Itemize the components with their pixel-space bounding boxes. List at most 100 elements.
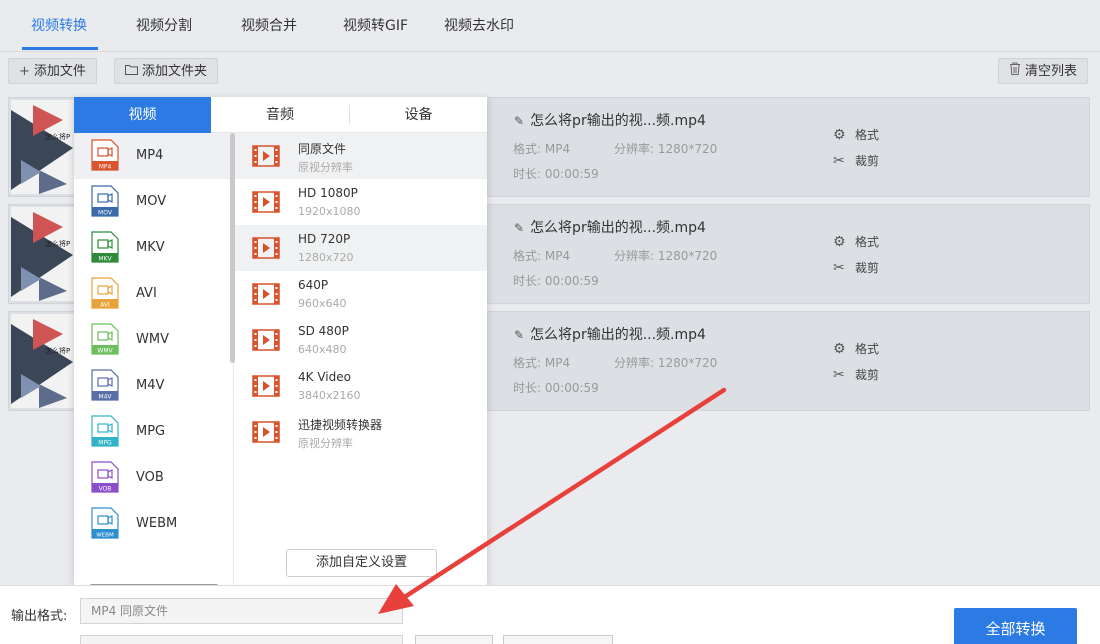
crop-button[interactable]: ✂ 裁剪 [833, 366, 879, 383]
add-custom-setting-button[interactable]: 添加自定义设置 [286, 549, 437, 577]
panel-tab-audio[interactable]: 音频 [211, 97, 349, 133]
format-item-mpg[interactable]: MPG MPG [74, 409, 230, 455]
add-file-label: 添加文件 [33, 64, 86, 79]
quality-name: 迅捷视频转换器 [298, 418, 383, 432]
format-label: MOV [136, 194, 167, 209]
scissors-icon: ✂ [833, 367, 845, 383]
format-list: MP4 MP4 MOV MOV MKV MKV AVI AVI WMV WMV … [74, 133, 234, 612]
format-item-m4v[interactable]: M4V M4V [74, 363, 230, 409]
format-label: WEBM [136, 516, 178, 531]
quality-resolution: 640x480 [298, 343, 347, 356]
clear-list-button[interactable]: 清空列表 [998, 58, 1089, 85]
output-format-select[interactable]: MP4 同原文件 [80, 598, 403, 624]
quality-item[interactable]: 迅捷视频转换器 原视分辨率 [235, 409, 487, 455]
format-item-mov[interactable]: MOV MOV [74, 179, 230, 225]
format-item-webm[interactable]: WEBM WEBM [74, 501, 230, 539]
format-settings-button[interactable]: ⚙ 格式 [833, 126, 879, 143]
wmv-file-icon: WMV [91, 323, 119, 355]
change-path-button[interactable] [415, 635, 493, 644]
clear-list-label: 清空列表 [1025, 64, 1078, 79]
quality-item[interactable]: HD 1080P 1920x1080 [235, 179, 487, 225]
top-tab-bar: 视频转换 视频分割 视频合并 视频转GIF 视频去水印 [0, 0, 1100, 52]
film-icon [252, 191, 280, 213]
gear-icon: ⚙ [833, 234, 846, 250]
quality-item[interactable]: 640P 960x640 [235, 271, 487, 317]
format-item-vob[interactable]: VOB VOB [74, 455, 230, 501]
edit-pencil-icon[interactable]: ✎ [514, 328, 524, 342]
format-label: WMV [136, 332, 169, 347]
quality-list: 同原文件 原视分辨率 HD 1080P 1920x1080 HD 720P 12… [235, 133, 487, 586]
file-name[interactable]: ✎ 怎么将pr输出的视...频.mp4 [514, 110, 706, 130]
format-item-mp4[interactable]: MP4 MP4 [74, 133, 230, 179]
quality-resolution: 1280x720 [298, 251, 354, 264]
file-name[interactable]: ✎ 怎么将pr输出的视...频.mp4 [514, 217, 706, 237]
m4v-file-icon: M4V [91, 369, 119, 401]
quality-resolution: 960x640 [298, 297, 347, 310]
svg-text:MPG: MPG [98, 440, 112, 447]
film-icon [252, 283, 280, 305]
svg-text:MOV: MOV [98, 210, 113, 217]
svg-text:WEBM: WEBM [96, 533, 114, 539]
webm-file-icon: WEBM [91, 507, 119, 539]
output-path-field[interactable] [80, 635, 403, 644]
add-folder-label: 添加文件夹 [142, 64, 208, 79]
quality-item[interactable]: SD 480P 640x480 [235, 317, 487, 363]
film-icon [252, 375, 280, 397]
video-thumbnail: 怎么将P [11, 100, 79, 194]
scissors-icon: ✂ [833, 260, 845, 276]
film-icon [252, 329, 280, 351]
trash-icon [1009, 59, 1021, 85]
format-item-wmv[interactable]: WMV WMV [74, 317, 230, 363]
folder-icon [125, 59, 138, 85]
quality-item[interactable]: 4K Video 3840x2160 [235, 363, 487, 409]
svg-text:MKV: MKV [98, 256, 112, 263]
format-meta: 格式: MP4 [513, 142, 571, 156]
add-folder-button[interactable]: 添加文件夹 [114, 58, 219, 85]
format-item-mkv[interactable]: MKV MKV [74, 225, 230, 271]
format-settings-button[interactable]: ⚙ 格式 [833, 340, 879, 357]
edit-pencil-icon[interactable]: ✎ [514, 114, 524, 128]
panel-tab-video[interactable]: 视频 [74, 97, 211, 133]
format-meta: 格式: MP4 [513, 249, 571, 263]
convert-all-button[interactable]: 全部转换 [954, 608, 1077, 644]
format-label: VOB [136, 470, 164, 485]
svg-text:WMV: WMV [97, 348, 113, 355]
open-folder-button[interactable] [503, 635, 613, 644]
svg-text:VOB: VOB [99, 486, 112, 493]
tab-video-convert[interactable]: 视频转换 [31, 0, 87, 52]
avi-file-icon: AVI [91, 277, 119, 309]
quality-item[interactable]: HD 720P 1280x720 [235, 225, 487, 271]
tab-video-merge[interactable]: 视频合并 [241, 0, 297, 52]
format-settings-button[interactable]: ⚙ 格式 [833, 233, 879, 250]
tab-video-remove-watermark[interactable]: 视频去水印 [444, 0, 514, 52]
tab-video-to-gif[interactable]: 视频转GIF [343, 0, 408, 52]
crop-button[interactable]: ✂ 裁剪 [833, 152, 879, 169]
format-label: MPG [136, 424, 166, 439]
quality-resolution: 原视分辨率 [298, 437, 353, 450]
quality-resolution: 3840x2160 [298, 389, 361, 402]
film-icon [252, 421, 280, 443]
edit-pencil-icon[interactable]: ✎ [514, 221, 524, 235]
format-item-avi[interactable]: AVI AVI [74, 271, 230, 317]
active-tab-indicator [22, 47, 98, 50]
vob-file-icon: VOB [91, 461, 119, 493]
mkv-file-icon: MKV [91, 231, 119, 263]
duration-meta: 时长: 00:00:59 [513, 167, 599, 181]
plus-icon: + [19, 64, 30, 79]
quality-name: 4K Video [298, 370, 351, 384]
quality-item[interactable]: 同原文件 原视分辨率 [235, 133, 487, 179]
output-format-label: 输出格式: [11, 609, 68, 624]
gear-icon: ⚙ [833, 341, 846, 357]
thumbnail-text: 怎么将P [45, 133, 71, 141]
quality-resolution: 原视分辨率 [298, 161, 353, 174]
add-file-button[interactable]: + 添加文件 [8, 58, 97, 84]
video-thumbnail: 怎么将P [11, 207, 79, 301]
resolution-meta: 分辨率: 1280*720 [614, 249, 718, 263]
mov-file-icon: MOV [91, 185, 119, 217]
svg-text:MP4: MP4 [99, 164, 112, 171]
tab-video-split[interactable]: 视频分割 [136, 0, 192, 52]
panel-tab-device[interactable]: 设备 [350, 97, 487, 133]
crop-button[interactable]: ✂ 裁剪 [833, 259, 879, 276]
mpg-file-icon: MPG [91, 415, 119, 447]
file-name[interactable]: ✎ 怎么将pr输出的视...频.mp4 [514, 324, 706, 344]
